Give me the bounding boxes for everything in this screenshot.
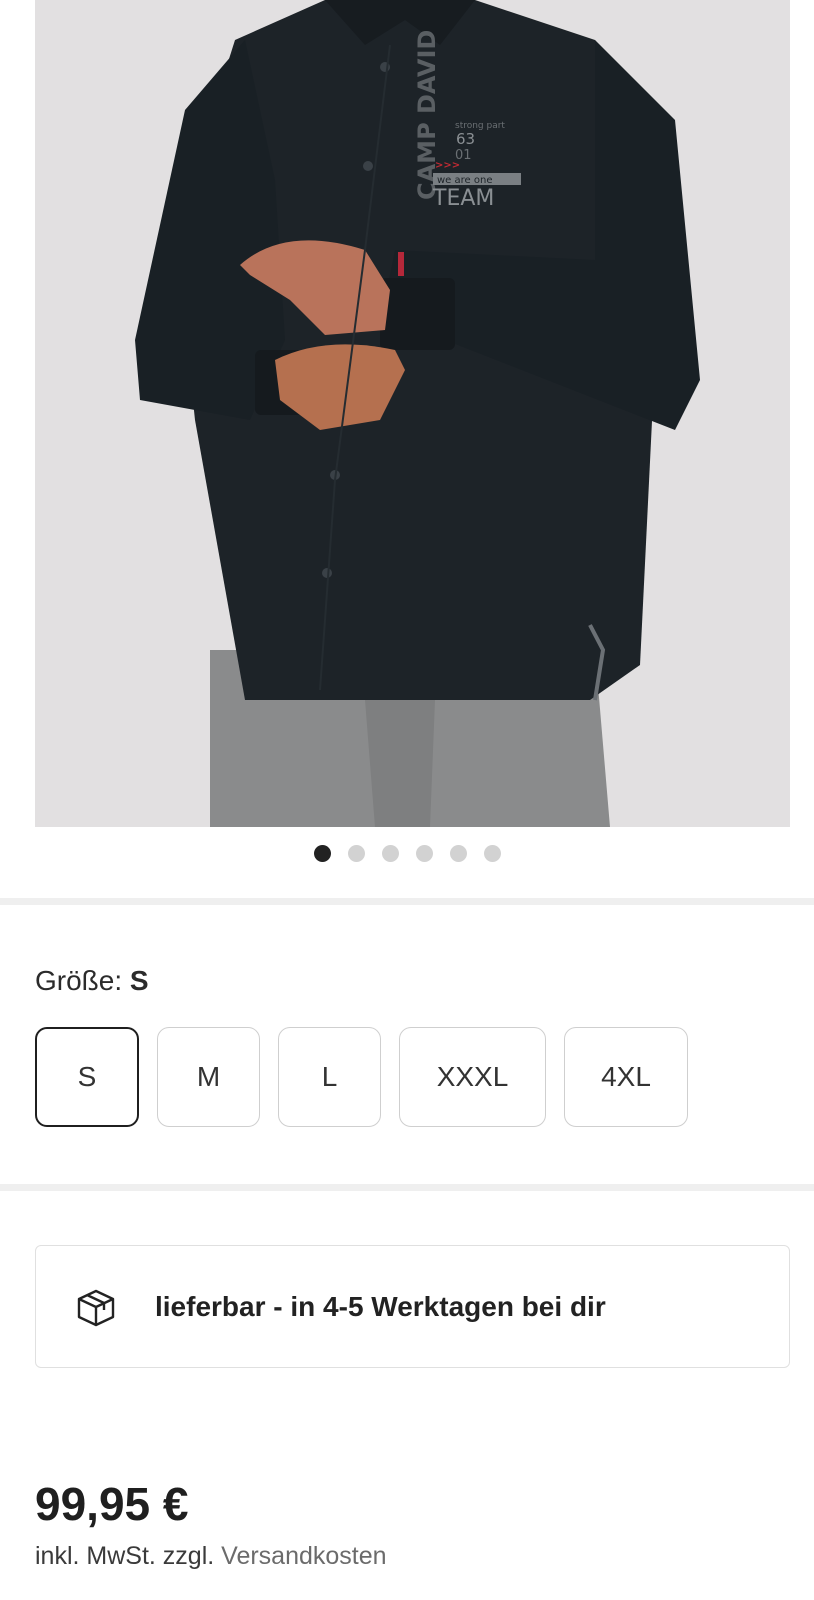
pagination-dot[interactable]: [347, 845, 365, 862]
pagination-dot[interactable]: [415, 845, 433, 862]
pagination-dot[interactable]: [381, 845, 399, 862]
section-divider: [0, 1184, 814, 1191]
pagination-dot[interactable]: [449, 845, 467, 862]
svg-text:TEAM: TEAM: [432, 186, 494, 211]
pagination-dot[interactable]: [313, 845, 331, 862]
shirt-illustration: CAMP DAVID strong part 63 01 >>> we are …: [135, 0, 700, 827]
gallery-pagination: [0, 845, 814, 862]
shipping-costs-link[interactable]: Versandkosten: [221, 1542, 386, 1570]
size-option-xxxl[interactable]: XXXL: [399, 1027, 546, 1127]
selected-size-value: S: [129, 965, 149, 996]
product-image[interactable]: CAMP DAVID strong part 63 01 >>> we are …: [35, 0, 790, 827]
size-option-s[interactable]: S: [35, 1027, 139, 1127]
package-box-icon: [77, 1289, 115, 1326]
size-label: Größe: S: [35, 965, 149, 996]
size-option-l[interactable]: L: [278, 1027, 381, 1127]
product-price: 99,95 €: [35, 1478, 189, 1530]
delivery-text: lieferbar - in 4-5 Werktagen bei dir: [155, 1290, 606, 1322]
section-divider: [0, 898, 814, 905]
size-option-m[interactable]: M: [157, 1027, 260, 1127]
size-option-4xl[interactable]: 4XL: [564, 1027, 688, 1127]
size-options: S M L XXXL 4XL: [35, 1027, 688, 1127]
tax-note: inkl. MwSt. zzgl. Versandkosten: [35, 1542, 387, 1570]
svg-text:we are one: we are one: [437, 175, 492, 186]
pagination-dot[interactable]: [483, 845, 501, 862]
svg-text:>>>: >>>: [435, 160, 460, 171]
delivery-info: lieferbar - in 4-5 Werktagen bei dir: [35, 1245, 790, 1368]
svg-text:63: 63: [456, 130, 475, 148]
